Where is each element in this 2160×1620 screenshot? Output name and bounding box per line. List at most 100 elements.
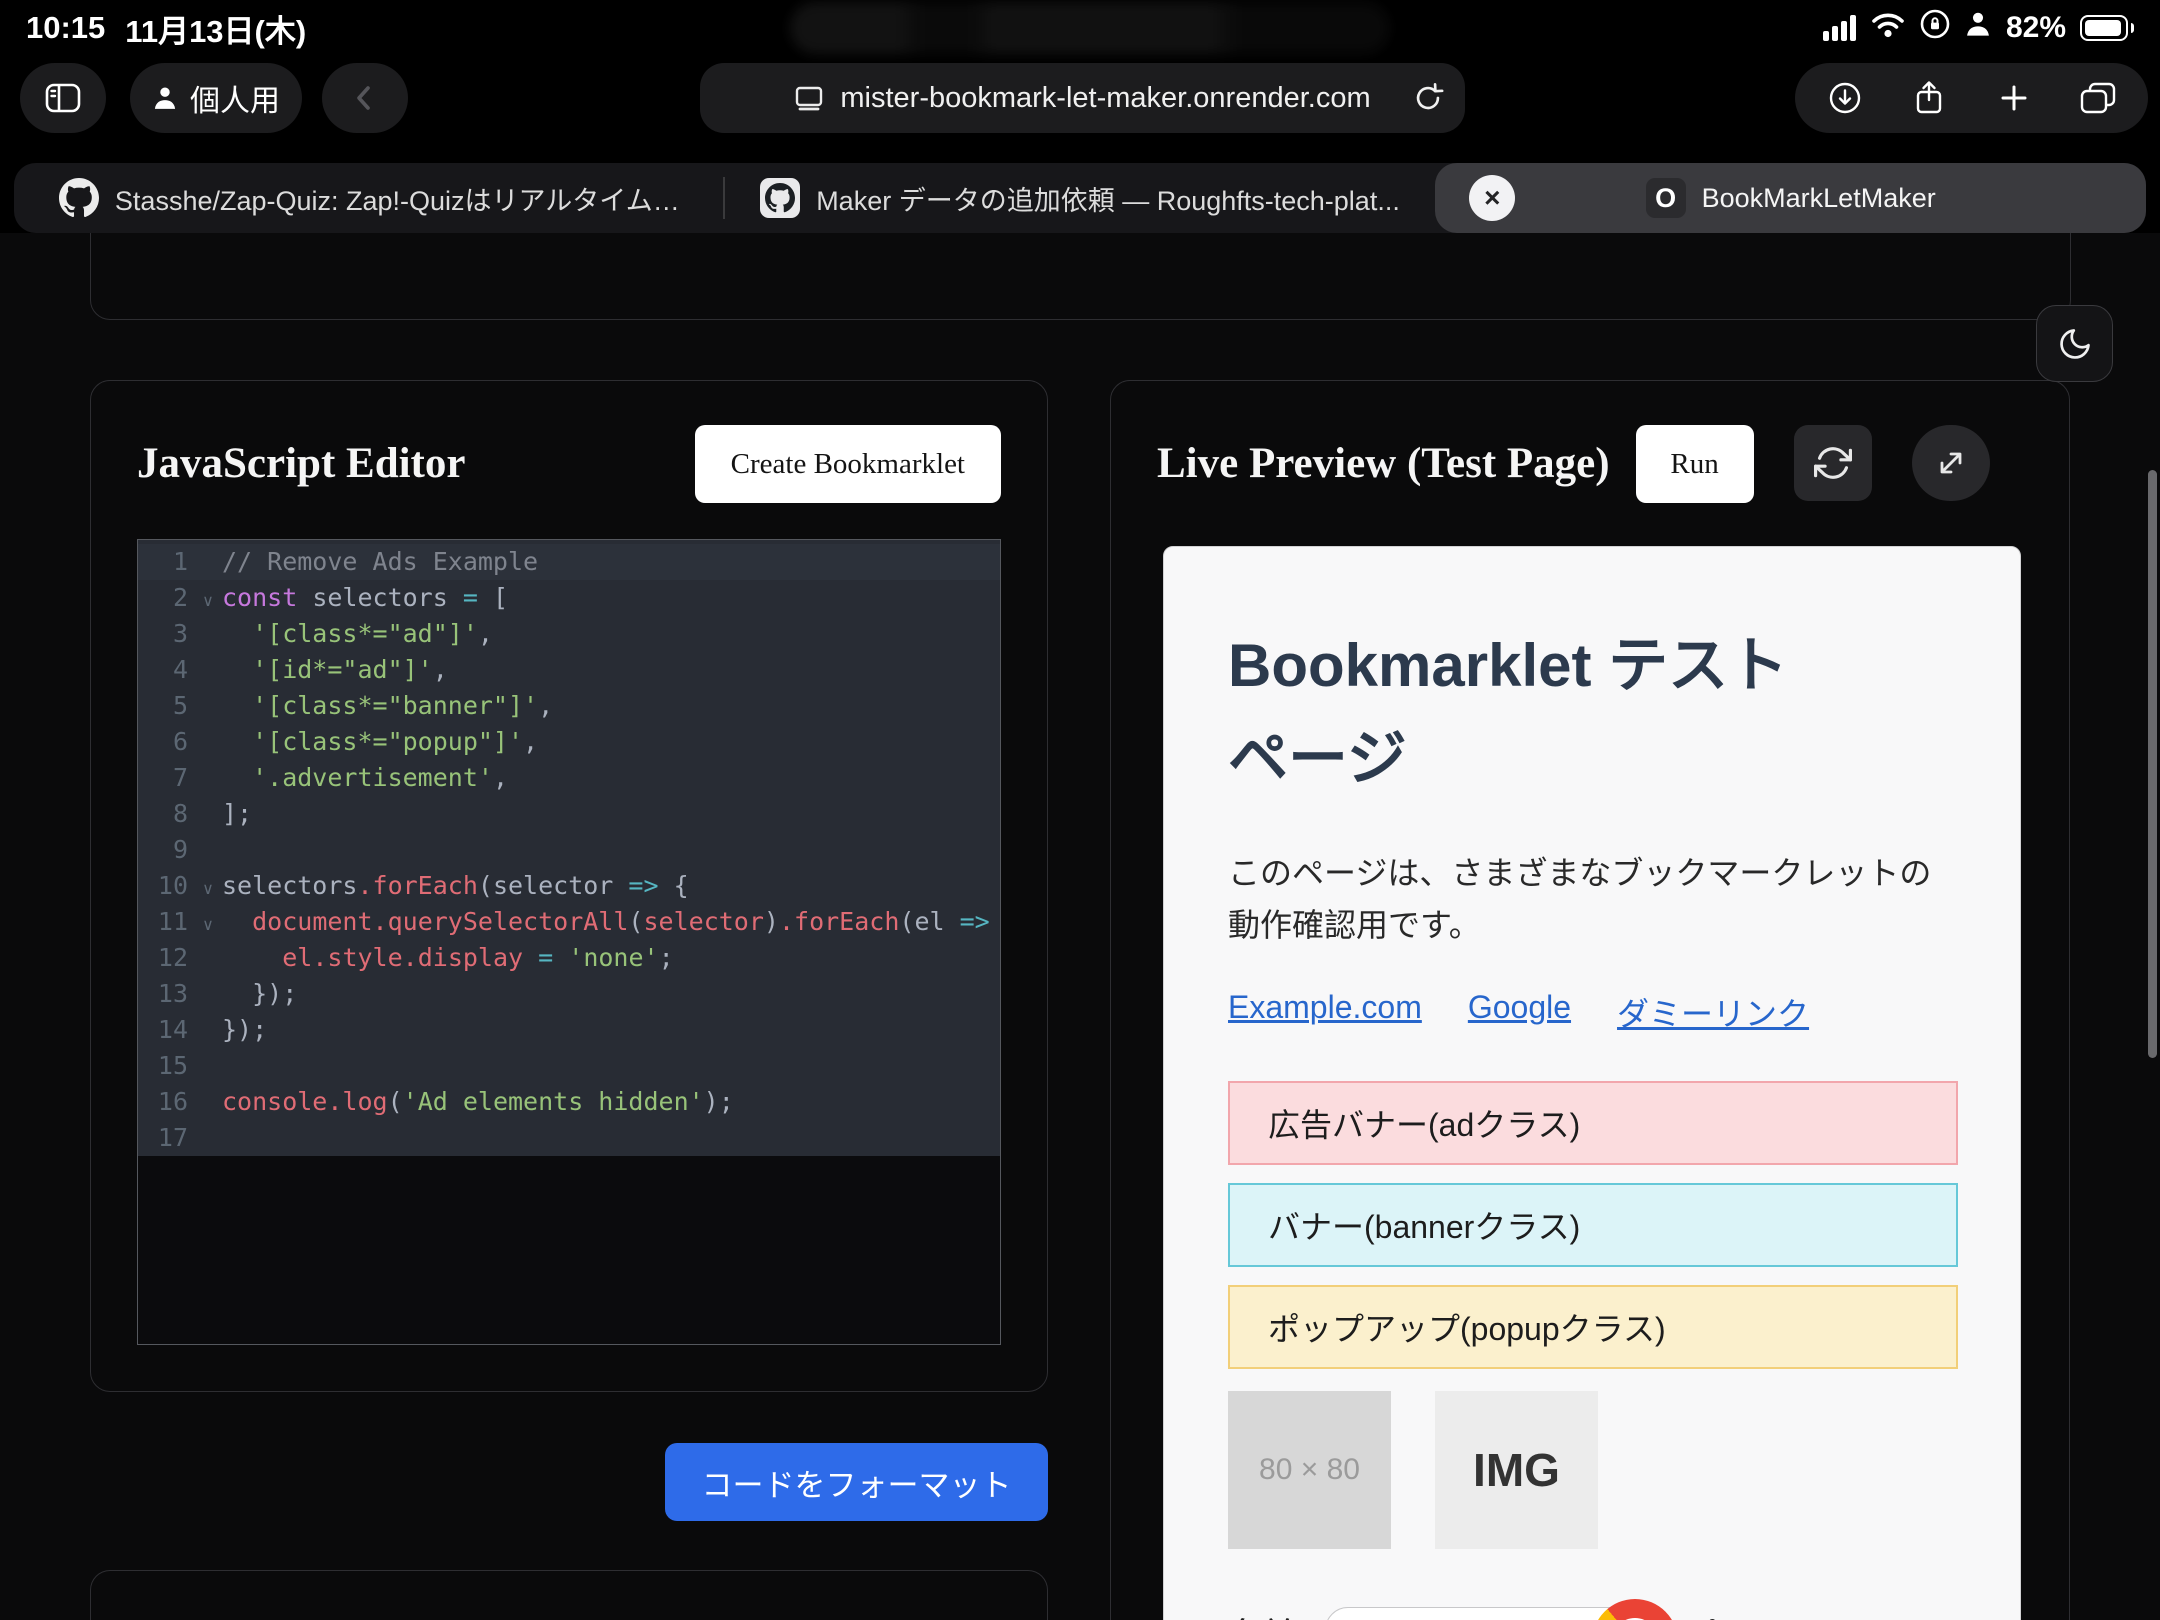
fold-arrow-icon[interactable]: ∨ (194, 909, 222, 935)
browser-tab[interactable]: Stasshe/Zap-Quiz: Zap!-Quizはリアルタイム… (14, 163, 725, 233)
preview-links: Example.com Google ダミーリンク (1228, 989, 1956, 1035)
live-preview-card: Live Preview (Test Page) Run Bookmarklet… (1110, 380, 2070, 1620)
expand-icon (1933, 445, 1969, 481)
orientation-lock-icon (1920, 9, 1950, 47)
preview-form: 名前: パスワード: (1228, 1607, 1956, 1620)
fold-spacer (194, 667, 222, 673)
sidebar-icon (43, 81, 83, 115)
box-label: 広告バナー(adクラス) (1268, 1100, 1580, 1146)
url-text: mister-bookmark-let-maker.onrender.com (840, 82, 1370, 115)
github-icon (59, 178, 99, 218)
line-number: 12 (138, 940, 194, 976)
share-icon (1912, 79, 1946, 117)
browser-tab[interactable]: Maker データの追加依頼 — Roughfts-tech-plat... (725, 163, 1436, 233)
preview-link[interactable]: Google (1468, 989, 1571, 1035)
address-bar[interactable]: mister-bookmark-let-maker.onrender.com (700, 63, 1465, 133)
password-label: パスワード: (1683, 1608, 1862, 1620)
preview-description: このページは、さまざまなブックマークレットの動作確認用です。 (1228, 847, 1940, 951)
tab-strip: Stasshe/Zap-Quiz: Zap!-Quizはリアルタイム… Maker… (14, 163, 2146, 233)
person-icon (152, 84, 178, 112)
code-line: 8]; (138, 796, 1000, 832)
code-text: // Remove Ads Example (222, 544, 538, 580)
code-line: 5 '[class*="banner"]', (138, 688, 1000, 724)
share-button[interactable] (1894, 63, 1964, 133)
code-text: }); (222, 976, 297, 1012)
line-number: 10 (138, 868, 194, 904)
line-number: 5 (138, 688, 194, 724)
dark-mode-toggle-button[interactable] (2036, 305, 2113, 382)
format-code-button[interactable]: コードをフォーマット (665, 1443, 1048, 1521)
fold-spacer (194, 955, 222, 961)
line-number: 13 (138, 976, 194, 1012)
line-number: 11 (138, 904, 194, 940)
browser-tab-active[interactable]: ×OBookMarkLetMaker (1435, 163, 2146, 233)
browser-toolbar: 個人用 mister-bookmark-let-maker.onrender.c… (0, 56, 2160, 156)
code-line: 10∨selectors.forEach(selector => { (138, 868, 1000, 904)
fold-spacer (194, 1099, 222, 1105)
preview-link[interactable]: Example.com (1228, 989, 1422, 1035)
line-number: 7 (138, 760, 194, 796)
preview-iframe: Bookmarklet テストページ このページは、さまざまなブックマークレット… (1163, 546, 2021, 1620)
code-text: selectors.forEach(selector => { (222, 868, 689, 904)
code-line: 7 '.advertisement', (138, 760, 1000, 796)
wifi-icon (1870, 10, 1906, 46)
fold-arrow-icon[interactable]: ∨ (194, 585, 222, 611)
line-number: 3 (138, 616, 194, 652)
fold-spacer (194, 1063, 222, 1069)
code-text: '[id*="ad"]', (222, 652, 448, 688)
battery-tip (2131, 23, 2134, 33)
create-bookmarklet-button[interactable]: Create Bookmarklet (695, 425, 1001, 503)
code-area: 1// Remove Ads Example2∨const selectors … (138, 540, 1000, 1156)
tabs-icon (2079, 80, 2117, 116)
ad-box: 広告バナー(adクラス) (1228, 1081, 1958, 1165)
code-line: 11∨ document.querySelectorAll(selector).… (138, 904, 1000, 940)
code-line: 12 el.style.display = 'none'; (138, 940, 1000, 976)
refresh-preview-button[interactable] (1794, 425, 1872, 501)
editor-title: JavaScript Editor (137, 439, 465, 488)
code-editor[interactable]: 1// Remove Ads Example2∨const selectors … (137, 539, 1001, 1345)
fold-spacer (194, 1027, 222, 1033)
code-text: ]; (222, 796, 252, 832)
github-favicon-icon (760, 178, 800, 218)
sidebar-toggle-button[interactable] (20, 63, 106, 133)
scrollbar-thumb[interactable] (2148, 470, 2157, 1058)
reload-button[interactable] (1411, 80, 1445, 124)
line-number: 17 (138, 1120, 194, 1156)
code-text: const selectors = [ (222, 580, 508, 616)
expand-preview-button[interactable] (1912, 425, 1990, 501)
line-number: 1 (138, 544, 194, 580)
line-number: 6 (138, 724, 194, 760)
back-button[interactable] (322, 63, 408, 133)
moon-icon (2057, 326, 2093, 362)
chevron-left-icon (351, 82, 379, 114)
preview-heading: Bookmarklet テストページ (1228, 619, 1848, 805)
fold-arrow-icon[interactable]: ∨ (194, 873, 222, 899)
cellular-signal-icon (1823, 15, 1856, 41)
tab-title: Maker データの追加依頼 — Roughfts-tech-plat... (816, 179, 1400, 218)
run-button[interactable]: Run (1636, 425, 1754, 503)
fold-spacer (194, 1135, 222, 1141)
battery-icon (2080, 15, 2128, 41)
close-tab-button[interactable]: × (1469, 175, 1515, 221)
line-number: 15 (138, 1048, 194, 1084)
banner-box: バナー(bannerクラス) (1228, 1183, 1958, 1267)
box-label: バナー(bannerクラス) (1268, 1202, 1580, 1248)
code-line: 3 '[class*="ad"]', (138, 616, 1000, 652)
battery-percent: 82% (2006, 11, 2066, 45)
code-text: '[class*="popup"]', (222, 724, 538, 760)
downloads-button[interactable] (1810, 63, 1880, 133)
preview-images: 80 × 80IMG (1228, 1391, 1956, 1549)
image-placeholder-img: IMG (1435, 1391, 1598, 1549)
code-text: '[class*="banner"]', (222, 688, 553, 724)
box-label: ポップアップ(popupクラス) (1268, 1304, 1666, 1350)
date: 11月13日(木) (125, 6, 306, 51)
tab-overview-button[interactable] (2063, 63, 2133, 133)
code-line: 4 '[id*="ad"]', (138, 652, 1000, 688)
code-text: }); (222, 1012, 267, 1048)
truncated-top-card (90, 233, 2071, 320)
line-number: 4 (138, 652, 194, 688)
profile-button[interactable]: 個人用 (130, 63, 302, 133)
preview-link[interactable]: ダミーリンク (1617, 989, 1809, 1035)
code-text: console.log('Ad elements hidden'); (222, 1084, 734, 1120)
new-tab-button[interactable] (1979, 63, 2049, 133)
